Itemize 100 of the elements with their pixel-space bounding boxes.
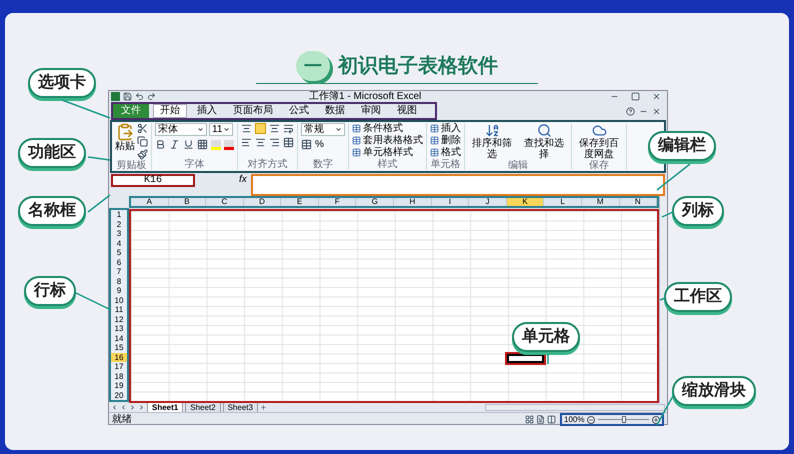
align-right-icon[interactable] [269,137,280,148]
row-header[interactable]: 17 [111,362,127,372]
sheet-tab[interactable]: Sheet1 [147,403,184,412]
close-icon[interactable] [652,92,661,101]
paste-button[interactable]: 粘贴 [115,123,135,160]
ribbon-tab[interactable]: 数据 [319,104,351,118]
ribbon-command[interactable]: 删除 [430,135,461,146]
row-header[interactable]: 12 [111,314,127,324]
next-sheet-icon[interactable] [129,404,136,411]
bold-icon[interactable] [155,139,166,150]
fill-color-icon[interactable] [211,140,221,150]
sheet-tab[interactable]: Sheet3 [222,403,258,412]
ribbon-tab[interactable]: 审阅 [355,104,387,118]
row-header[interactable]: 18 [111,372,127,381]
ribbon-command[interactable]: 条件格式 [352,123,423,134]
row-header[interactable]: 6 [111,258,127,267]
ribbon-command[interactable]: 单元格样式 [352,147,423,158]
column-header[interactable]: N [620,198,658,206]
row-header[interactable]: 2 [111,220,127,229]
italic-icon[interactable] [169,139,180,150]
merge-icon[interactable] [283,137,294,148]
selected-cell[interactable] [506,354,544,363]
row-header[interactable]: 1 [111,210,127,220]
row-header[interactable]: 19 [111,381,127,390]
row-header[interactable]: 10 [111,296,127,305]
column-header[interactable]: D [244,198,282,206]
column-header[interactable]: I [432,198,470,206]
column-header[interactable]: E [281,198,319,206]
ribbon-tab[interactable]: 插入 [191,104,223,118]
callout-label: 单元格 [512,322,580,352]
column-header[interactable]: B [168,198,206,206]
ribbon-tab[interactable]: 视图 [391,104,423,118]
row-header[interactable]: 4 [111,238,127,248]
ribbon-tab[interactable]: 页面布局 [227,104,279,118]
last-sheet-icon[interactable] [138,404,145,411]
font-color-icon[interactable] [224,140,234,150]
row-header[interactable]: 3 [111,229,127,238]
ribbon-command[interactable]: 保存到百度网盘 [575,123,623,160]
column-header[interactable]: M [582,198,620,206]
row-header[interactable]: 14 [111,334,127,343]
brush-icon[interactable] [137,149,148,160]
row-header[interactable]: 15 [111,343,127,352]
row-header[interactable]: 20 [111,390,127,400]
zoom-thumb[interactable] [622,416,626,423]
column-header[interactable]: L [544,198,582,206]
percent-button[interactable]: % [315,139,324,150]
align-bottom-icon[interactable] [269,123,280,134]
vertical-scrollbar[interactable] [659,196,667,403]
copy-icon[interactable] [137,136,148,147]
row-header[interactable]: 7 [111,267,127,276]
align-left-icon[interactable] [241,137,252,148]
first-sheet-icon[interactable] [111,404,118,411]
align-center-icon[interactable] [255,137,266,148]
ribbon-command[interactable]: 查找和选择 [520,123,568,160]
maximize-icon[interactable] [631,92,640,101]
row-header[interactable]: 13 [111,324,127,334]
leader-line [656,163,690,191]
align-top-icon[interactable] [241,123,252,134]
undo-icon[interactable] [135,92,144,101]
ribbon-command[interactable]: 插入 [430,123,461,134]
formula-bar[interactable] [250,174,665,196]
leader-line [662,211,674,218]
column-header[interactable]: H [394,198,432,206]
column-header[interactable]: G [356,198,394,206]
row-header[interactable]: 9 [111,286,127,296]
page-layout-icon[interactable] [536,415,545,424]
sheet-tab[interactable]: Sheet2 [185,403,221,412]
ribbon-tab[interactable]: 开始 [153,104,187,118]
row-header[interactable]: 16 [111,352,127,362]
row-header[interactable]: 5 [111,248,127,258]
prev-sheet-icon[interactable] [120,404,127,411]
number-format-field[interactable]: 常规 [301,123,345,136]
name-box[interactable]: K16 [111,174,195,187]
normal-view-icon[interactable] [525,415,534,424]
help-icon[interactable] [626,106,635,116]
row-header[interactable]: 8 [111,276,127,286]
zoom-in-icon[interactable] [652,416,660,424]
column-header[interactable]: A [131,198,169,206]
close-icon[interactable] [652,106,661,116]
column-header[interactable]: F [318,198,356,206]
wrap-text-icon[interactable] [283,123,294,134]
page-break-icon[interactable] [547,415,556,424]
insert-sheet-icon[interactable] [260,404,267,411]
ribbon-command[interactable]: 排序和筛选 [468,123,516,160]
horizontal-scrollbar[interactable] [485,404,665,411]
ribbon-tab[interactable]: 文件 [113,104,149,118]
ribbon-tab[interactable]: 公式 [283,104,315,118]
cut-icon[interactable] [137,123,148,134]
zoom-out-icon[interactable] [587,416,596,424]
font-name-field[interactable]: 宋体 [155,123,207,136]
ribbon-command[interactable]: 格式 [430,147,461,158]
save-icon[interactable] [123,92,132,101]
column-header[interactable]: C [206,198,244,206]
row-header[interactable]: 11 [111,305,127,314]
border-icon[interactable] [197,139,208,150]
redo-icon[interactable] [147,92,156,101]
underline-icon[interactable] [183,139,194,150]
column-header[interactable]: K [506,198,544,206]
ribbon-command[interactable]: 套用表格格式 [352,135,423,146]
font-size-field[interactable]: 11 [209,123,233,136]
